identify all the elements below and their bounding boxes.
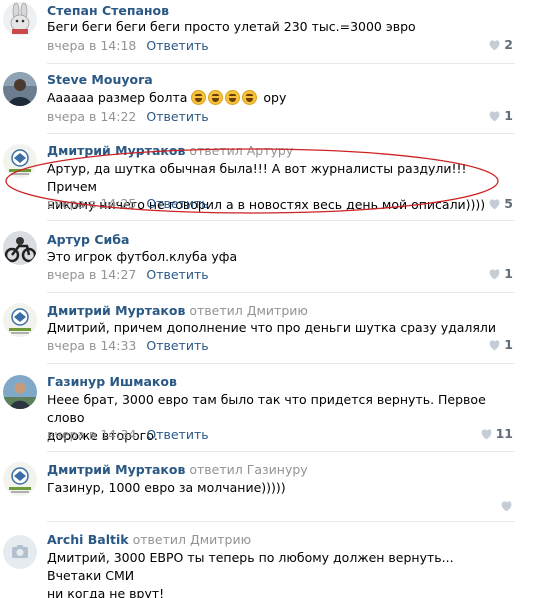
comment-text-line: Дмитрий, 3000 ЕВРО ты теперь по любому д… bbox=[47, 550, 454, 583]
like-count: 5 bbox=[504, 196, 513, 211]
like-count: 1 bbox=[504, 108, 513, 123]
like-button[interactable] bbox=[483, 498, 513, 513]
comment-date[interactable]: вчера в 14:33 bbox=[47, 338, 136, 353]
comment-text: Дмитрий, 3000 ЕВРО ты теперь по любому д… bbox=[47, 549, 507, 598]
heart-icon bbox=[489, 40, 500, 51]
like-count: 1 bbox=[504, 266, 513, 281]
comment-date[interactable]: вчера в 14:18 bbox=[47, 38, 136, 53]
reply-button[interactable]: Ответить bbox=[146, 38, 208, 53]
comment-meta: вчера в 14:22 Ответить bbox=[47, 109, 209, 124]
heart-icon bbox=[489, 199, 500, 210]
laughing-emoji bbox=[208, 90, 224, 105]
reply-to-label[interactable]: ответил Дмитрию bbox=[133, 532, 252, 547]
laughing-emoji bbox=[242, 90, 258, 105]
comment-meta: вчера в 14:33 Ответить bbox=[47, 338, 209, 353]
author-name[interactable]: Дмитрий Муртаков bbox=[47, 143, 185, 158]
camera-placeholder-avatar[interactable] bbox=[3, 535, 37, 569]
comment-header: Archi Baltik ответил Дмитрию bbox=[47, 532, 251, 547]
like-button[interactable]: 5 bbox=[483, 196, 513, 211]
like-button[interactable]: 11 bbox=[479, 426, 513, 441]
like-count: 11 bbox=[495, 426, 513, 441]
reply-button[interactable]: Ответить bbox=[146, 196, 208, 211]
comment-text: Аааааа размер болта ору bbox=[47, 89, 507, 107]
comment-text-line: Неее брат, 3000 евро там было так что пр… bbox=[47, 392, 486, 425]
like-button[interactable]: 2 bbox=[483, 37, 513, 52]
reply-button[interactable]: Ответить bbox=[146, 109, 208, 124]
heart-icon bbox=[489, 269, 500, 280]
author-name[interactable]: Степан Степанов bbox=[47, 3, 169, 18]
reply-to-label[interactable]: ответил Дмитрию bbox=[189, 303, 308, 318]
comment-text-part: Аааааа размер болта bbox=[47, 90, 188, 105]
comment-text: Дмитрий, причем дополнение что про деньг… bbox=[47, 320, 497, 335]
comment-meta: вчера в 14:27 Ответить bbox=[47, 267, 209, 282]
like-count: 1 bbox=[504, 337, 513, 352]
person-avatar[interactable] bbox=[3, 72, 37, 106]
comment: Артур Сиба Это игрок футбол.клуба уфа вч… bbox=[0, 221, 515, 293]
rabbit-avatar[interactable] bbox=[3, 2, 37, 36]
like-button[interactable]: 1 bbox=[483, 108, 513, 123]
motorcycle-avatar[interactable] bbox=[3, 231, 37, 265]
like-count: 2 bbox=[504, 37, 513, 52]
comment-text: Это игрок футбол.клуба уфа bbox=[47, 249, 238, 264]
author-name[interactable]: Steve Mouyora bbox=[47, 72, 153, 87]
comment-date[interactable]: вчера в 14:34 bbox=[47, 427, 136, 442]
comment-text-line: Артур, да шутка обычная была!!! А вот жу… bbox=[47, 161, 467, 194]
comment-header: Дмитрий Муртаков ответил Газинуру bbox=[47, 462, 308, 477]
author-name[interactable]: Газинур Ишмаков bbox=[47, 374, 177, 389]
comment-text-part: ору bbox=[263, 90, 287, 105]
author-name[interactable]: Дмитрий Муртаков bbox=[47, 303, 185, 318]
author-name[interactable]: Артур Сиба bbox=[47, 232, 129, 247]
comment-header: Steve Mouyora bbox=[47, 72, 153, 87]
logo-avatar[interactable] bbox=[3, 144, 37, 178]
comment-date[interactable]: вчера в 14:22 bbox=[47, 109, 136, 124]
comment-text-line: ни когда не врут! bbox=[47, 586, 165, 598]
comment-date[interactable]: вчера в 14:27 bbox=[47, 267, 136, 282]
comment-meta: вчера в 14:34 Ответить bbox=[47, 427, 209, 442]
reply-button[interactable]: Ответить bbox=[146, 338, 208, 353]
laughing-emoji bbox=[225, 90, 241, 105]
reply-button[interactable]: Ответить bbox=[146, 267, 208, 282]
comment: Дмитрий Муртаков ответил Дмитрию Дмитрий… bbox=[0, 293, 515, 364]
heart-icon bbox=[489, 340, 500, 351]
person-avatar[interactable] bbox=[3, 375, 37, 409]
reply-button[interactable]: Ответить bbox=[146, 427, 208, 442]
logo-avatar[interactable] bbox=[3, 462, 37, 496]
like-button[interactable]: 1 bbox=[483, 337, 513, 352]
comment-header: Дмитрий Муртаков ответил Артуру bbox=[47, 143, 293, 158]
author-name[interactable]: Дмитрий Муртаков bbox=[47, 462, 185, 477]
reply-to-label[interactable]: ответил Газинуру bbox=[189, 462, 307, 477]
comment-text: Газинур, 1000 евро за молчание))))) bbox=[47, 480, 286, 495]
heart-icon bbox=[501, 501, 512, 512]
logo-avatar[interactable] bbox=[3, 303, 37, 337]
comment: Степан Степанов Беги беги беги беги прос… bbox=[0, 0, 515, 64]
heart-icon bbox=[481, 429, 491, 440]
comment: Steve Mouyora Аааааа размер болта ору вч… bbox=[0, 64, 515, 134]
comment-header: Артур Сиба bbox=[47, 232, 129, 247]
comment: Дмитрий Муртаков ответил Артуру Артур, д… bbox=[0, 134, 515, 221]
author-name[interactable]: Archi Baltik bbox=[47, 532, 129, 547]
comment: Дмитрий Муртаков ответил Газинуру Газину… bbox=[0, 452, 515, 522]
heart-icon bbox=[489, 111, 500, 122]
comment-meta: вчера в 14:18 Ответить bbox=[47, 38, 209, 53]
comment: Газинур Ишмаков Неее брат, 3000 евро там… bbox=[0, 364, 515, 452]
comment-header: Газинур Ишмаков bbox=[47, 374, 177, 389]
comment-header: Степан Степанов bbox=[47, 3, 169, 18]
comment-header: Дмитрий Муртаков ответил Дмитрию bbox=[47, 303, 308, 318]
comment-meta: вчера в 14:25 Ответить bbox=[47, 196, 209, 211]
comment: Archi Baltik ответил Дмитрию Дмитрий, 30… bbox=[0, 522, 515, 598]
comment-date[interactable]: вчера в 14:25 bbox=[47, 196, 136, 211]
like-button[interactable]: 1 bbox=[483, 266, 513, 281]
comment-text: Беги беги беги беги просто улетай 230 ты… bbox=[47, 19, 416, 34]
laughing-emoji bbox=[191, 90, 207, 105]
reply-to-label[interactable]: ответил Артуру bbox=[189, 143, 293, 158]
